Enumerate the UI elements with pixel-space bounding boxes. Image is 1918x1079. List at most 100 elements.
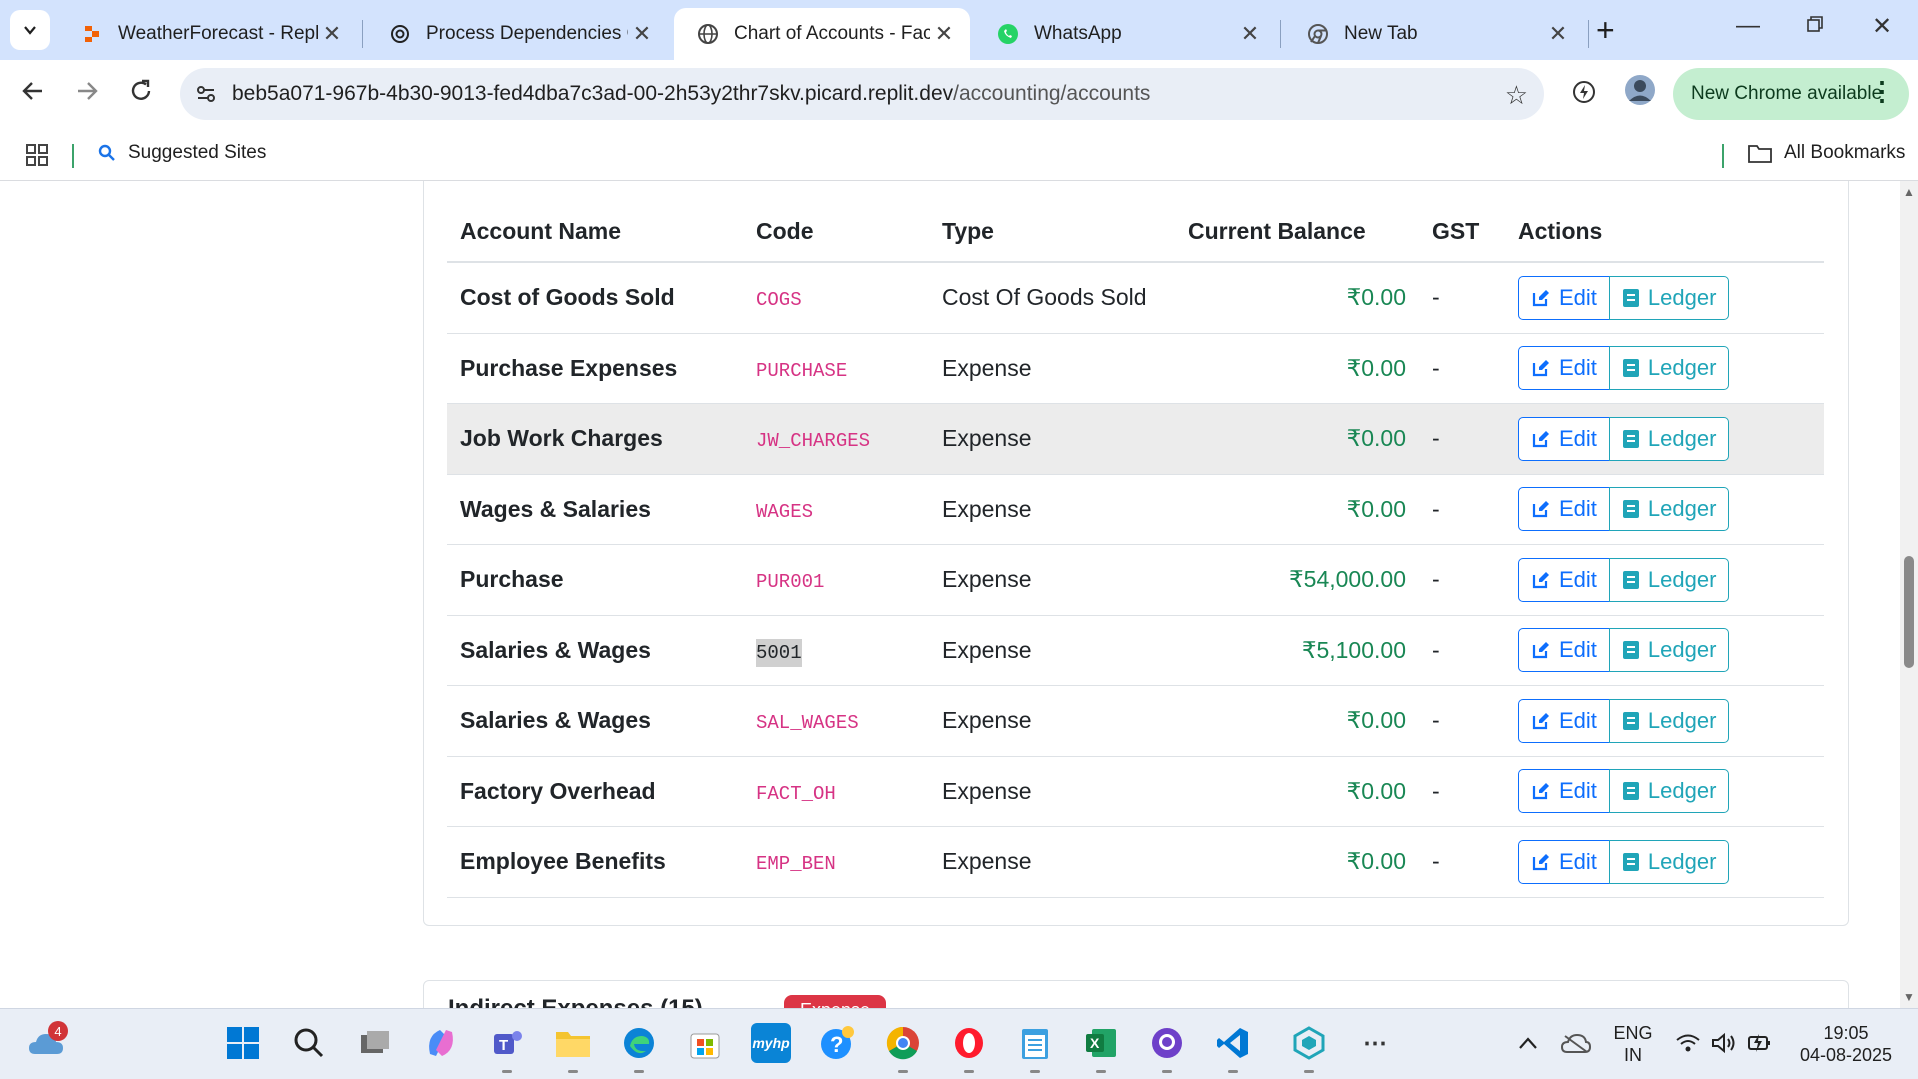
edit-button[interactable]: Edit <box>1518 275 1610 320</box>
browser-tab[interactable]: Process Dependencies O ✕ <box>366 8 668 60</box>
get-help-icon[interactable]: ? <box>817 1023 857 1063</box>
close-icon[interactable]: ✕ <box>318 21 346 47</box>
account-name: Employee Benefits <box>447 826 743 898</box>
current-balance: ₹0.00 <box>1175 403 1419 475</box>
apps-grid-icon[interactable] <box>26 144 48 166</box>
opera-icon[interactable] <box>949 1023 989 1073</box>
all-bookmarks-button[interactable]: All Bookmarks <box>1748 142 1905 164</box>
account-code-cell: EMP_BEN <box>743 826 929 898</box>
myhp-icon[interactable]: myhp <box>751 1023 791 1063</box>
close-icon[interactable]: ✕ <box>930 21 958 47</box>
more-apps-icon[interactable]: ⋯ <box>1355 1023 1395 1063</box>
edit-label: Edit <box>1559 566 1597 592</box>
microsoft-store-icon[interactable] <box>685 1023 725 1063</box>
account-type: Expense <box>929 403 1175 475</box>
minimize-button[interactable]: — <box>1736 12 1760 40</box>
ledger-label: Ledger <box>1647 848 1717 874</box>
restore-icon <box>1807 16 1823 32</box>
chevron-up-icon[interactable] <box>1508 1023 1548 1063</box>
book-icon <box>1622 358 1640 378</box>
close-icon[interactable]: ✕ <box>628 21 656 47</box>
close-icon[interactable]: ✕ <box>1236 21 1264 47</box>
edit-label: Edit <box>1559 425 1597 451</box>
ledger-label: Ledger <box>1647 778 1717 804</box>
edit-icon <box>1531 358 1551 378</box>
performance-icon[interactable] <box>1570 78 1598 111</box>
address-bar[interactable]: beb5a071-967b-4b30-9013-fed4dba7c3ad-00-… <box>180 68 1544 120</box>
tab-title: WeatherForecast - Replit <box>118 23 318 44</box>
battery-charging-icon[interactable] <box>1740 1023 1780 1063</box>
ledger-button[interactable]: Ledger <box>1608 769 1730 814</box>
scroll-up-arrow-icon[interactable]: ▲ <box>1903 185 1915 199</box>
chrome-icon[interactable] <box>883 1023 923 1073</box>
account-code: FACT_OH <box>756 782 836 805</box>
account-code: SAL_WAGES <box>756 712 859 735</box>
account-code: PURCHASE <box>756 359 848 382</box>
edit-button[interactable]: Edit <box>1518 416 1610 461</box>
kebab-menu-icon[interactable]: ⋮ <box>1869 78 1895 104</box>
ledger-button[interactable]: Ledger <box>1608 628 1730 673</box>
browser-tab[interactable]: New Tab ✕ <box>1284 8 1584 60</box>
copilot-icon[interactable] <box>421 1023 461 1063</box>
restore-button[interactable] <box>1806 12 1824 40</box>
reload-button[interactable] <box>128 78 154 111</box>
browser-tab-active[interactable]: Chart of Accounts - Facto ✕ <box>674 8 970 60</box>
edit-button[interactable]: Edit <box>1518 487 1610 532</box>
edit-label: Edit <box>1559 848 1597 874</box>
file-explorer-icon[interactable] <box>553 1023 593 1073</box>
scrollbar-thumb[interactable] <box>1904 556 1914 668</box>
clock[interactable]: 19:05 04-08-2025 <box>1790 1022 1902 1066</box>
section-title: Indirect Expenses (15) <box>448 995 703 1008</box>
ledger-button[interactable]: Ledger <box>1608 416 1730 461</box>
tab-search-button[interactable] <box>10 10 50 50</box>
ledger-button[interactable]: Ledger <box>1608 839 1730 884</box>
close-icon[interactable]: ✕ <box>1544 21 1572 47</box>
edit-button[interactable]: Edit <box>1518 769 1610 814</box>
new-chrome-available-button[interactable]: New Chrome available ⋮ <box>1673 68 1909 120</box>
arrow-left-icon <box>22 82 42 100</box>
wifi-icon[interactable] <box>1668 1023 1708 1063</box>
actions-cell: Edit Ledger <box>1505 474 1824 545</box>
ledger-button[interactable]: Ledger <box>1608 487 1730 532</box>
edge-icon[interactable] <box>619 1023 659 1073</box>
edit-icon <box>1531 288 1551 308</box>
close-window-button[interactable]: ✕ <box>1872 12 1892 41</box>
edit-button[interactable]: Edit <box>1518 839 1610 884</box>
task-view-icon[interactable] <box>355 1023 395 1063</box>
tab-title: Chart of Accounts - Facto <box>734 23 930 44</box>
back-button[interactable] <box>20 78 46 111</box>
site-settings-icon[interactable] <box>194 82 218 106</box>
notepad-icon[interactable] <box>1015 1023 1055 1073</box>
suggested-sites-link[interactable]: Suggested Sites <box>98 142 266 164</box>
github-desktop-icon[interactable] <box>1147 1023 1187 1073</box>
vscode-icon[interactable] <box>1213 1023 1253 1073</box>
bookmark-star-icon[interactable]: ☆ <box>1505 80 1528 111</box>
dev-app-icon[interactable] <box>1289 1023 1329 1073</box>
browser-tab[interactable]: WeatherForecast - Replit ✕ <box>58 8 358 60</box>
edit-button[interactable]: Edit <box>1518 557 1610 602</box>
ledger-button[interactable]: Ledger <box>1608 698 1730 743</box>
current-balance: ₹0.00 <box>1175 333 1419 404</box>
edit-button[interactable]: Edit <box>1518 698 1610 743</box>
profile-avatar[interactable] <box>1624 74 1656 111</box>
column-header: Type <box>929 201 1175 263</box>
browser-tab[interactable]: WhatsApp ✕ <box>974 8 1276 60</box>
excel-icon[interactable]: X <box>1081 1023 1121 1073</box>
teams-icon[interactable]: T <box>487 1023 527 1073</box>
tab-separator <box>1588 20 1589 48</box>
ledger-button[interactable]: Ledger <box>1608 346 1730 391</box>
ledger-button[interactable]: Ledger <box>1608 557 1730 602</box>
onedrive-icon[interactable] <box>1556 1023 1596 1063</box>
volume-icon[interactable] <box>1704 1023 1744 1063</box>
edit-button[interactable]: Edit <box>1518 346 1610 391</box>
new-tab-button[interactable]: + <box>1596 14 1615 46</box>
language-indicator[interactable]: ENG IN <box>1610 1022 1656 1066</box>
forward-button[interactable] <box>74 78 100 111</box>
search-icon[interactable] <box>289 1023 329 1063</box>
url-host: beb5a071-967b-4b30-9013-fed4dba7c3ad-00-… <box>232 82 954 105</box>
windows-start-icon[interactable] <box>223 1023 263 1063</box>
ledger-button[interactable]: Ledger <box>1608 275 1730 320</box>
page-scrollbar[interactable]: ▲ ▼ <box>1900 181 1918 1008</box>
edit-button[interactable]: Edit <box>1518 628 1610 673</box>
scroll-down-arrow-icon[interactable]: ▼ <box>1903 990 1915 1004</box>
